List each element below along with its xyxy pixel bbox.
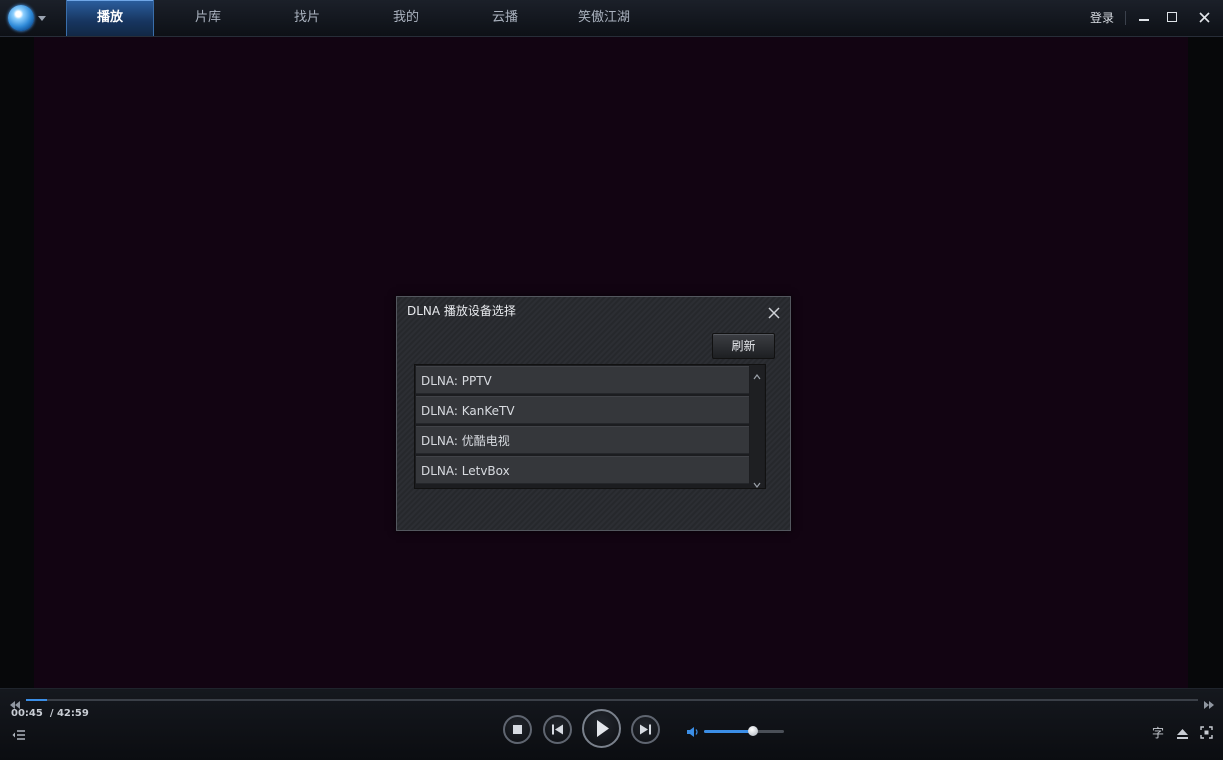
chevron-down-icon[interactable] — [38, 16, 46, 21]
stop-icon — [513, 725, 522, 734]
volume-fill — [704, 730, 752, 733]
dlna-device-dialog: DLNA 播放设备选择 刷新 DLNA: PPTV DLNA: KanKeTV … — [396, 296, 791, 531]
rewind-icon[interactable] — [9, 695, 21, 709]
tab-cloud-play[interactable]: 云播 — [465, 0, 545, 36]
eject-icon[interactable] — [1176, 725, 1189, 739]
volume-knob[interactable] — [748, 726, 758, 736]
scrollbar[interactable] — [750, 365, 764, 488]
tab-mine[interactable]: 我的 — [366, 0, 446, 36]
subtitle-button[interactable]: 字 — [1152, 724, 1164, 741]
close-icon[interactable] — [1196, 9, 1214, 27]
divider — [1125, 11, 1126, 25]
tab-play[interactable]: 播放 — [66, 0, 154, 36]
minimize-icon[interactable] — [1135, 9, 1153, 27]
login-button[interactable]: 登录 — [1090, 0, 1114, 36]
tab-library[interactable]: 片库 — [168, 0, 248, 36]
next-icon — [640, 724, 651, 735]
device-list: DLNA: PPTV DLNA: KanKeTV DLNA: 优酷电视 DLNA… — [414, 364, 766, 489]
list-item[interactable]: DLNA: PPTV — [416, 366, 749, 394]
volume-slider[interactable] — [704, 730, 784, 733]
app-logo-icon[interactable] — [8, 5, 34, 31]
progress-fill — [26, 699, 48, 701]
stop-button[interactable] — [503, 715, 532, 744]
chevron-up-icon[interactable] — [750, 367, 764, 380]
chevron-down-icon[interactable] — [750, 475, 764, 488]
total-time: / 42:59 — [49, 708, 89, 719]
previous-button[interactable] — [543, 715, 572, 744]
title-bar: 播放 片库 找片 我的 云播 笑傲江湖 登录 — [0, 0, 1223, 37]
playlist-icon[interactable] — [12, 726, 26, 740]
tab-recent-title[interactable]: 笑傲江湖 — [564, 0, 644, 36]
maximize-icon[interactable] — [1163, 9, 1181, 27]
progress-slider[interactable] — [26, 699, 1198, 701]
previous-icon — [552, 724, 563, 735]
close-icon[interactable] — [768, 304, 780, 319]
list-item[interactable]: DLNA: KanKeTV — [416, 396, 749, 424]
current-time: 00:45 — [11, 708, 43, 719]
fullscreen-icon[interactable] — [1200, 724, 1213, 739]
play-button[interactable] — [582, 709, 621, 748]
list-item[interactable]: DLNA: LetvBox — [416, 456, 749, 484]
fast-forward-icon[interactable] — [1203, 695, 1215, 709]
tab-find[interactable]: 找片 — [267, 0, 347, 36]
refresh-button[interactable]: 刷新 — [712, 333, 775, 359]
list-item[interactable]: DLNA: 优酷电视 — [416, 426, 749, 454]
volume-icon[interactable] — [686, 724, 700, 738]
control-bar: 00:45 / 42:59 字 — [0, 688, 1223, 760]
time-display: 00:45 / 42:59 — [11, 708, 89, 719]
play-icon — [597, 720, 609, 737]
next-button[interactable] — [631, 715, 660, 744]
dialog-title: DLNA 播放设备选择 — [407, 304, 516, 318]
